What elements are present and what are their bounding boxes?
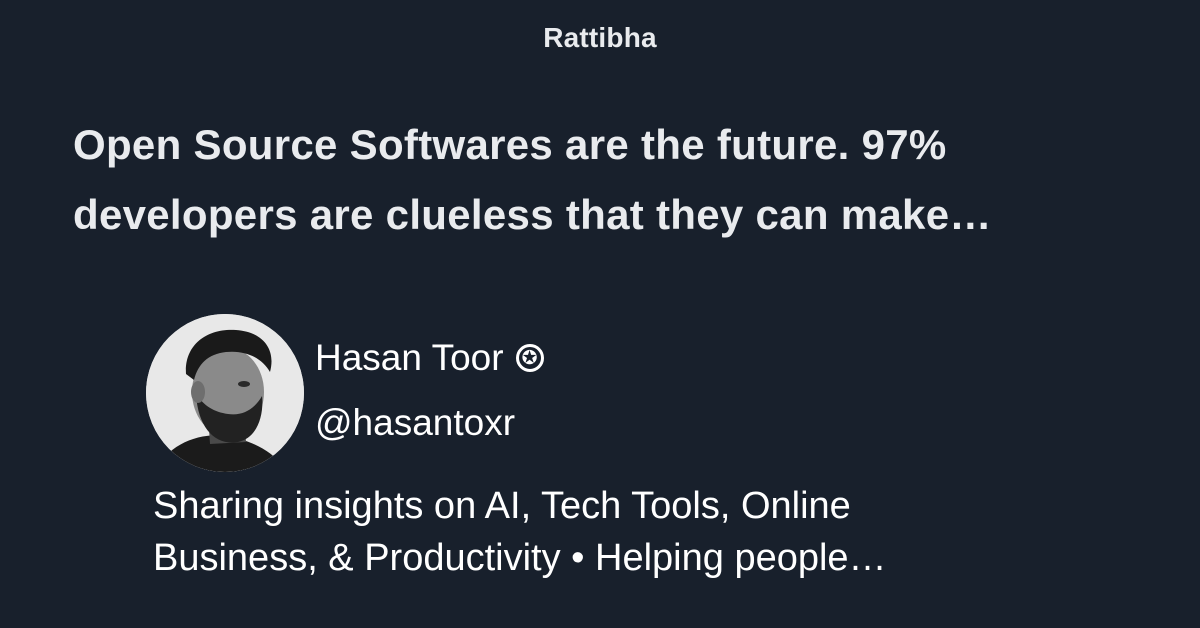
thread-title-line-2: developers are clueless that they can ma… — [73, 191, 992, 238]
thread-title: Open Source Softwares are the future. 97… — [73, 110, 1133, 250]
author-bio-line-2: Business, & Productivity • Helping peopl… — [153, 537, 887, 579]
author-name-row: Hasan Toor ✪ — [315, 337, 544, 379]
author-avatar — [146, 314, 304, 472]
avatar-portrait-image — [146, 314, 304, 472]
verified-badge-icon: ✪ — [515, 344, 544, 372]
author-name: Hasan Toor — [315, 337, 504, 378]
site-brand: Rattibha — [543, 22, 657, 53]
author-bio: Sharing insights on AI, Tech Tools, Onli… — [153, 480, 1103, 584]
author-bio-line-1: Sharing insights on AI, Tech Tools, Onli… — [153, 485, 851, 527]
thread-title-line-1: Open Source Softwares are the future. 97… — [73, 121, 947, 168]
author-handle: @hasantoxr — [315, 402, 516, 443]
